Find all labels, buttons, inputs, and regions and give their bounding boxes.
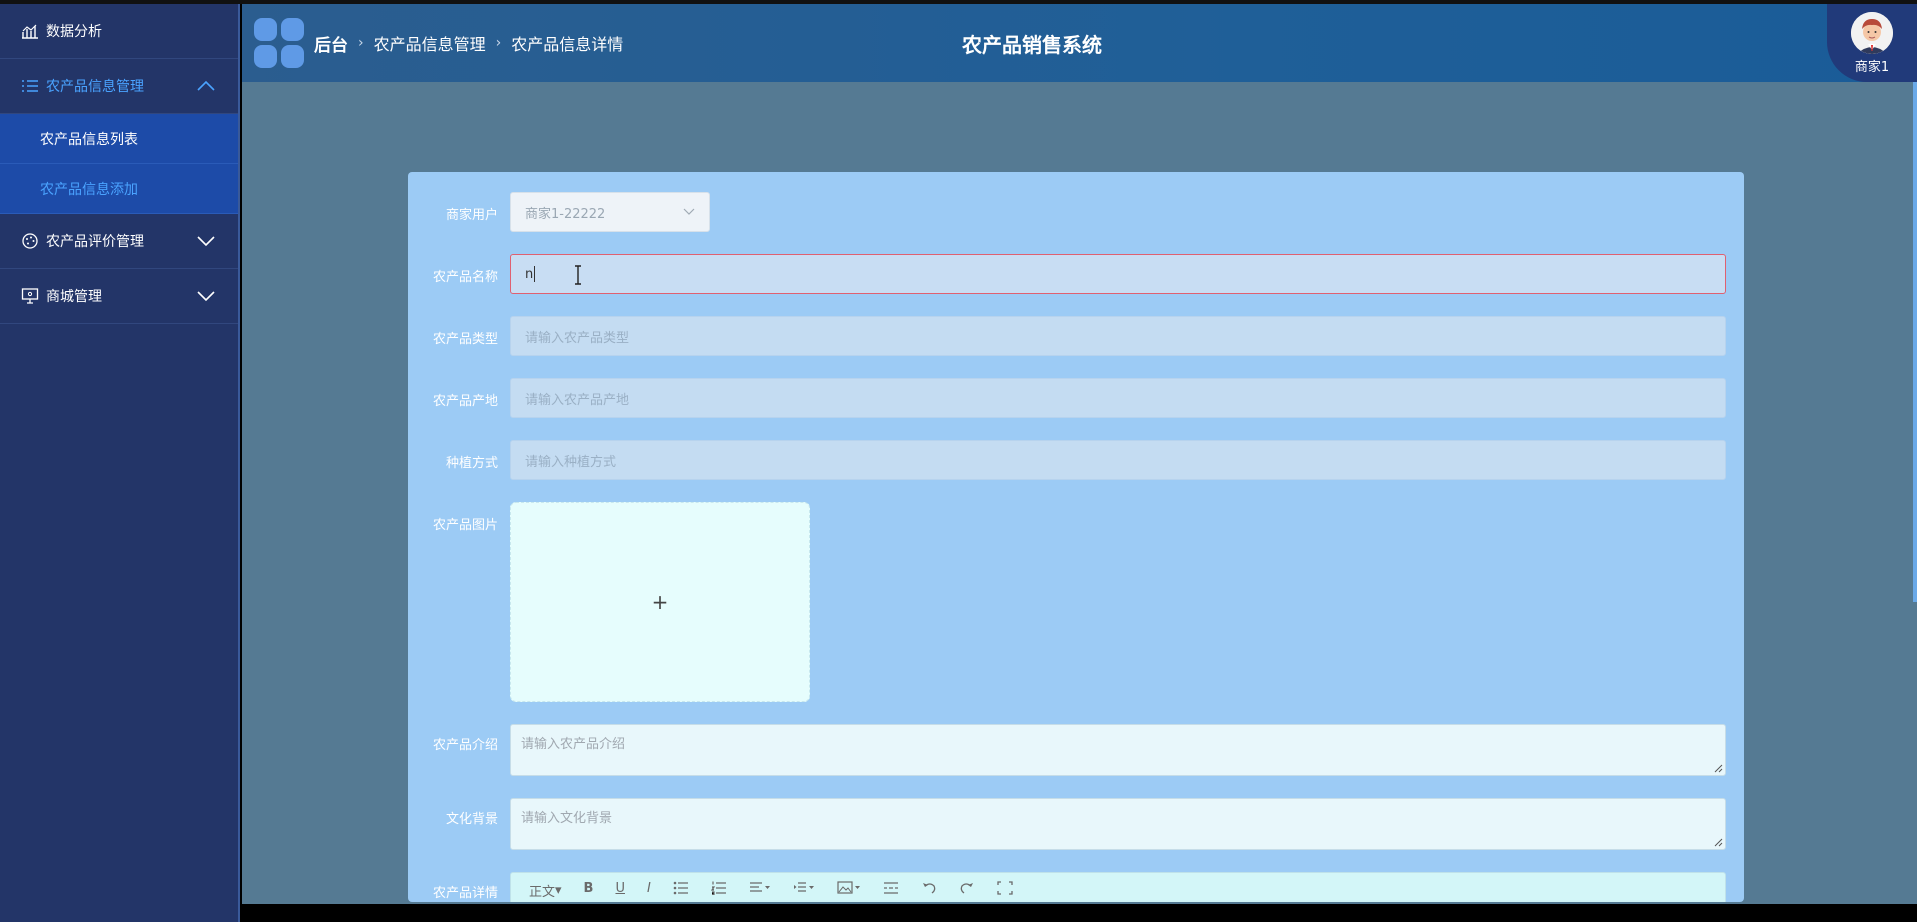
user-menu[interactable]: 商家1	[1827, 4, 1917, 82]
rich-text-editor-toolbar: 正文 ▾ B U I	[510, 872, 1726, 902]
bullet-list-icon[interactable]	[673, 881, 689, 895]
numbered-list-icon[interactable]	[710, 881, 727, 895]
format-select[interactable]: 正文 ▾	[529, 881, 562, 900]
indent-icon[interactable]	[793, 881, 815, 895]
product-origin-placeholder: 请输入农产品产地	[525, 392, 630, 408]
form-row-merchant: 商家用户 商家1-22222	[408, 192, 1744, 232]
chevron-down-icon	[197, 236, 215, 247]
sidebar-item-product-review[interactable]: 农产品评价管理	[0, 214, 238, 269]
text-caret	[534, 266, 536, 282]
culture-background-textarea[interactable]: 请输入文化背景	[510, 798, 1726, 850]
align-icon[interactable]	[749, 881, 771, 895]
image-insert-icon[interactable]	[837, 881, 861, 895]
form-row-origin: 农产品产地 请输入农产品产地	[408, 378, 1744, 418]
planting-method-input[interactable]: 请输入种植方式	[510, 440, 1726, 480]
form-row-planting: 种植方式 请输入种植方式	[408, 440, 1744, 480]
fullscreen-icon[interactable]	[997, 881, 1013, 895]
list-icon	[20, 76, 40, 96]
merchant-select-value: 商家1-22222	[525, 206, 606, 222]
name-label: 农产品名称	[432, 270, 498, 285]
origin-label: 农产品产地	[432, 394, 498, 409]
culture-label: 文化背景	[445, 812, 498, 827]
sidebar-item-label: 农产品信息添加	[40, 181, 138, 198]
sidebar-item-label: 商城管理	[46, 289, 102, 305]
intro-label: 农产品介绍	[432, 738, 498, 753]
sidebar-item-label: 数据分析	[46, 24, 102, 40]
avatar	[1851, 11, 1893, 54]
planting-label: 种植方式	[445, 456, 498, 471]
product-form: 商家用户 商家1-22222 农产品名称 n 农产品类型 请输入农产品类型 农产…	[408, 172, 1744, 902]
product-type-placeholder: 请输入农产品类型	[525, 330, 630, 346]
monitor-icon	[20, 286, 40, 306]
form-row-culture: 文化背景 请输入文化背景	[408, 798, 1744, 850]
ibeam-cursor-icon	[575, 265, 581, 285]
form-row-detail: 农产品详情 正文 ▾ B U I	[408, 872, 1744, 902]
divider-icon[interactable]	[883, 881, 899, 895]
plus-icon: +	[651, 590, 669, 614]
image-upload[interactable]: +	[510, 502, 810, 702]
sidebar: 数据分析 农产品信息管理 农产品信息列表 农产品信息添加 农产品评价管理 商城管…	[0, 4, 240, 922]
image-label: 农产品图片	[432, 518, 498, 533]
palette-icon	[20, 231, 40, 251]
top-header: 后台 › 农产品信息管理 › 农产品信息详情 农产品销售系统 商家1	[242, 4, 1917, 82]
sidebar-item-mall[interactable]: 商城管理	[0, 269, 238, 324]
system-title: 农产品销售系统	[962, 32, 1102, 57]
detail-label: 农产品详情	[432, 886, 498, 901]
sidebar-item-label: 农产品信息管理	[46, 79, 144, 95]
merchant-label: 商家用户	[445, 208, 498, 223]
form-row-name: 农产品名称 n	[408, 254, 1744, 294]
product-intro-textarea[interactable]: 请输入农产品介绍	[510, 724, 1726, 776]
product-type-input[interactable]: 请输入农产品类型	[510, 316, 1726, 356]
resize-handle-icon[interactable]	[1713, 837, 1723, 847]
main-content: 商家用户 商家1-22222 农产品名称 n 农产品类型 请输入农产品类型 农产…	[242, 82, 1917, 904]
redo-icon[interactable]	[959, 881, 975, 895]
planting-method-placeholder: 请输入种植方式	[525, 454, 617, 470]
bold-icon[interactable]: B	[584, 881, 594, 896]
sidebar-item-label: 农产品评价管理	[46, 234, 144, 250]
product-origin-input[interactable]: 请输入农产品产地	[510, 378, 1726, 418]
sidebar-item-label: 农产品信息列表	[40, 131, 138, 148]
form-row-type: 农产品类型 请输入农产品类型	[408, 316, 1744, 356]
user-name: 商家1	[1854, 59, 1890, 75]
italic-icon[interactable]: I	[647, 881, 651, 896]
merchant-select[interactable]: 商家1-22222	[510, 192, 710, 232]
chevron-up-icon	[197, 80, 215, 91]
sidebar-item-product-add[interactable]: 农产品信息添加	[0, 164, 238, 214]
chevron-down-icon	[683, 208, 695, 215]
sidebar-item-product-info[interactable]: 农产品信息管理	[0, 59, 238, 114]
sidebar-item-product-list[interactable]: 农产品信息列表	[0, 114, 238, 164]
chart-icon	[20, 21, 40, 41]
form-row-image: 农产品图片 +	[408, 502, 1744, 702]
scrollbar-thumb[interactable]	[1913, 82, 1917, 602]
chevron-down-icon	[197, 291, 215, 302]
product-name-value: n	[525, 266, 534, 282]
culture-background-placeholder: 请输入文化背景	[521, 811, 613, 826]
resize-handle-icon[interactable]	[1713, 763, 1723, 773]
type-label: 农产品类型	[432, 332, 498, 347]
format-select-value: 正文	[529, 885, 556, 900]
undo-icon[interactable]	[921, 881, 937, 895]
product-intro-placeholder: 请输入农产品介绍	[521, 737, 626, 752]
form-row-intro: 农产品介绍 请输入农产品介绍	[408, 724, 1744, 776]
sidebar-item-data-analysis[interactable]: 数据分析	[0, 4, 238, 59]
product-name-input[interactable]: n	[510, 254, 1726, 294]
submenu-product-info: 农产品信息列表 农产品信息添加	[0, 114, 238, 214]
underline-icon[interactable]: U	[615, 881, 625, 896]
